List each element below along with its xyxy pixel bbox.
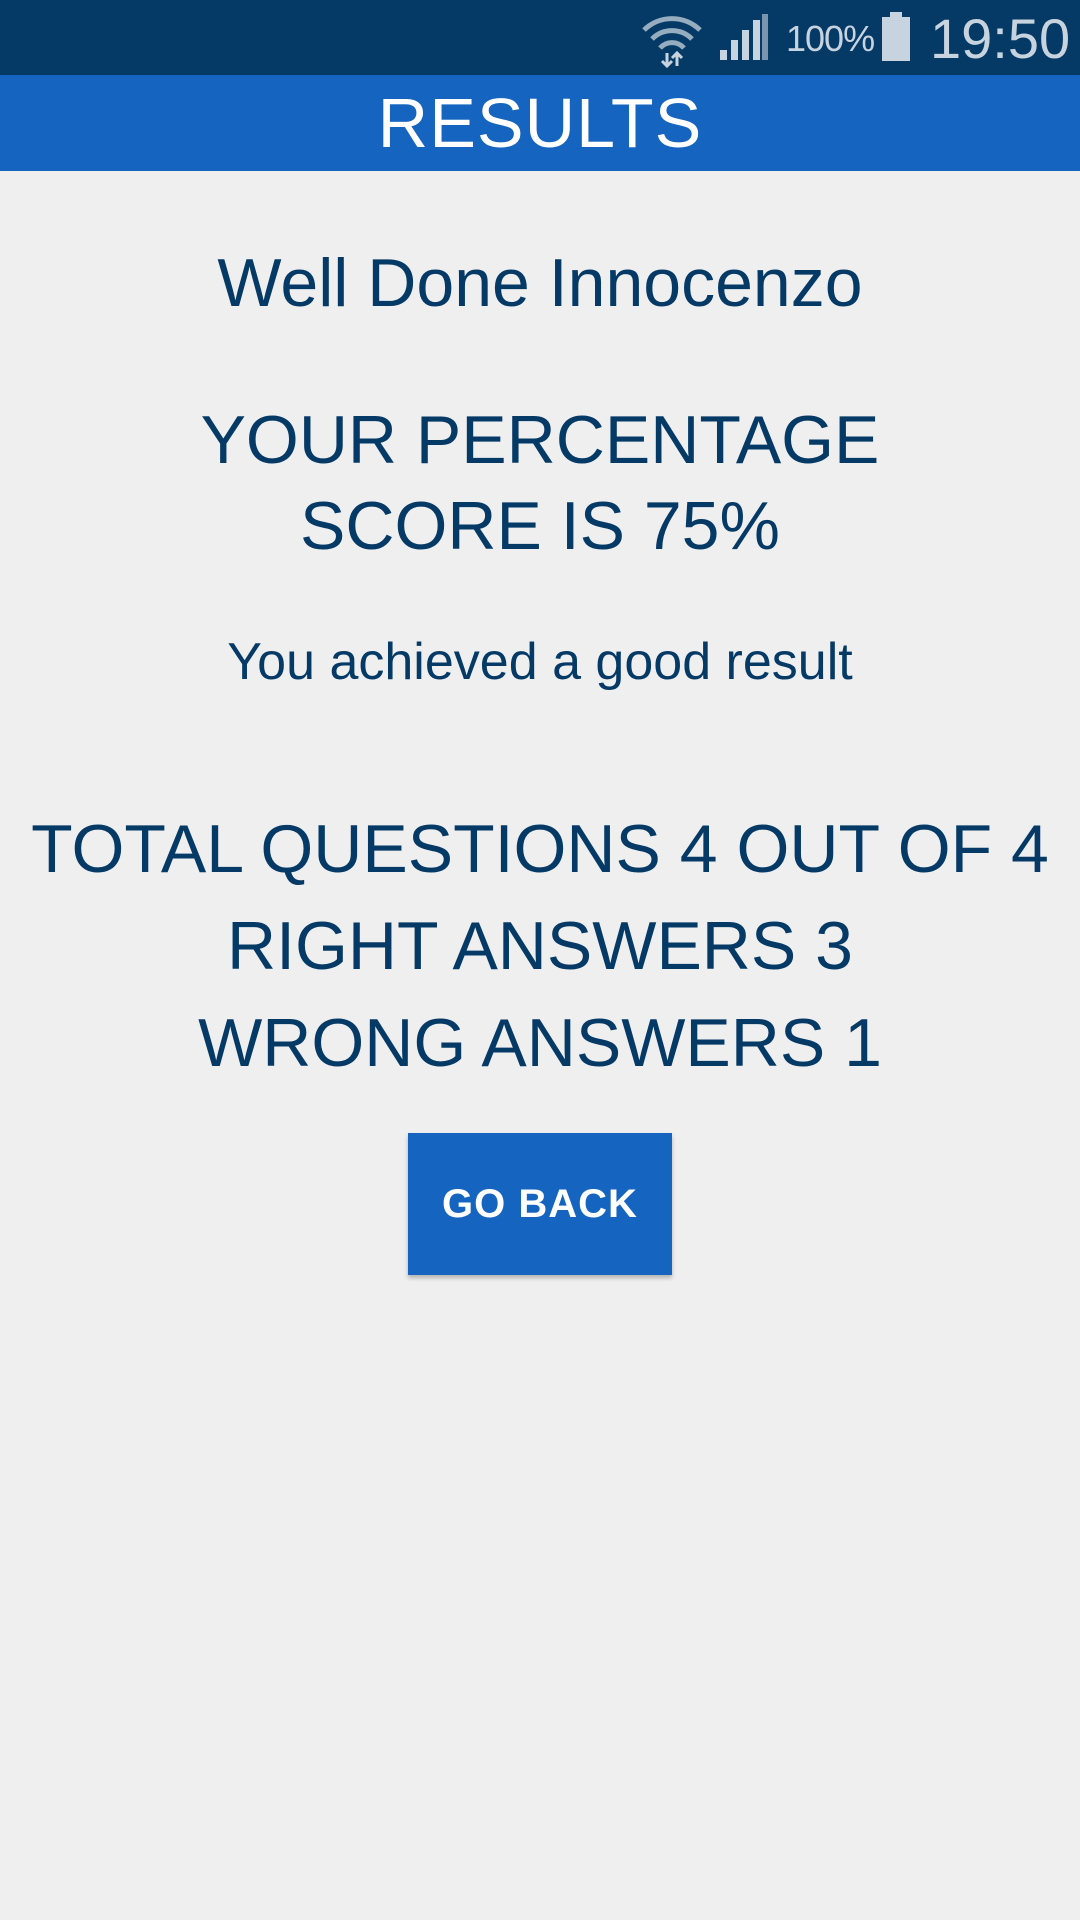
score-heading-line-1: YOUR PERCENTAGE [200,402,880,478]
right-answers-text: RIGHT ANSWERS 3 [227,908,853,984]
clock: 19:50 [930,7,1071,70]
battery-percent: 100% [786,18,875,59]
battery-icon [882,12,910,61]
results-content: Well Done Innocenzo YOUR PERCENTAGE SCOR… [0,171,1080,1920]
signal-icon [720,14,768,60]
wrong-answers-text: WRONG ANSWERS 1 [198,1005,882,1081]
greeting-text: Well Done Innocenzo [217,245,863,321]
feedback-text: You achieved a good result [227,633,853,691]
score-heading-line-2: SCORE IS 75% [300,488,780,564]
wifi-icon [642,16,702,68]
total-questions-text: TOTAL QUESTIONS 4 OUT OF 4 [31,811,1049,887]
status-bar: 100% 19:50 [0,0,1080,75]
go-back-button[interactable]: GO BACK [408,1133,672,1275]
app-bar: RESULTS [0,75,1080,171]
page-title: RESULTS [377,84,703,162]
